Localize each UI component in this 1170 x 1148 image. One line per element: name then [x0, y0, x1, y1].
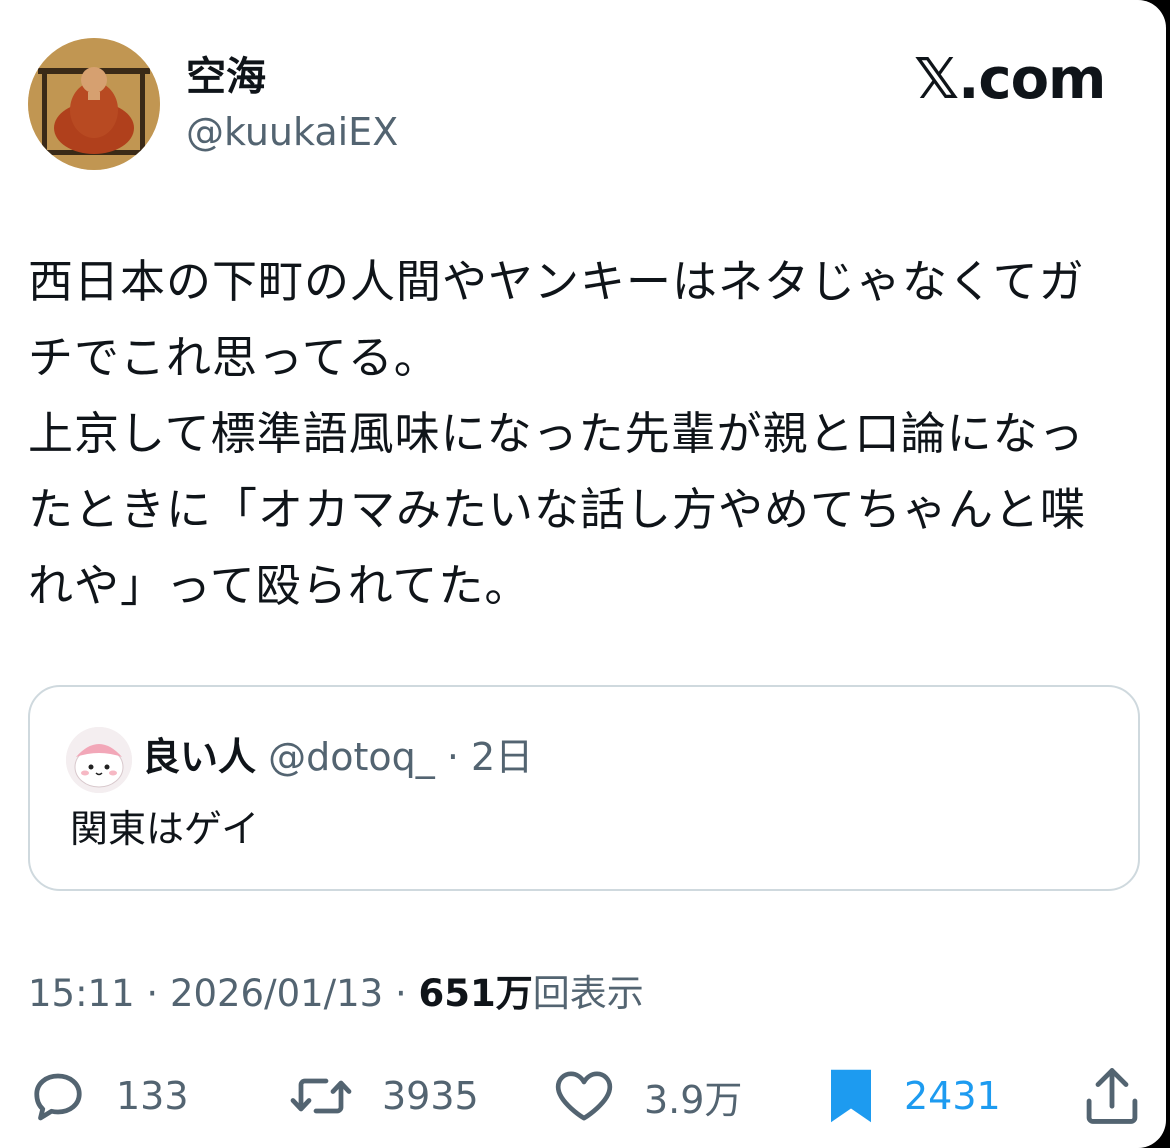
tweet-line: れや」って殴られてた。 — [28, 559, 531, 612]
bookmark-count: 2431 — [904, 1074, 1001, 1118]
tweet-meta: 15:11 · 2026/01/13 · 651万回表示 — [28, 968, 644, 1020]
retweet-icon — [290, 1078, 352, 1114]
view-label: 回表示 — [532, 972, 644, 1015]
tweet-line: 上京して標準語風味になった先輩が親と口論になっ — [28, 407, 1085, 460]
x-logo: 𝕏.com — [914, 47, 1106, 112]
retweet-button[interactable]: 3935 — [288, 1060, 479, 1132]
quoted-header: 良い人 @dotoq_ · 2日 — [142, 731, 533, 783]
tweet-line: チでこれ思ってる。 — [28, 331, 440, 384]
meta-separator: · — [134, 972, 170, 1015]
tweet-date[interactable]: 2026/01/13 — [170, 972, 383, 1015]
author-avatar[interactable] — [28, 38, 160, 170]
heart-icon — [555, 1071, 613, 1121]
quoted-author-handle[interactable]: @dotoq_ — [268, 735, 435, 779]
quoted-tweet[interactable]: 良い人 @dotoq_ · 2日 関東はゲイ — [28, 685, 1140, 891]
author-display-name[interactable]: 空海 — [186, 50, 266, 104]
author-handle[interactable]: @kuukaiEX — [186, 106, 398, 158]
chiikawa-avatar-icon — [66, 727, 132, 793]
avatar-portrait-icon — [28, 38, 160, 170]
view-count: 651万 — [418, 972, 533, 1015]
like-button[interactable]: 3.9万 — [552, 1060, 742, 1132]
quoted-time[interactable]: 2日 — [471, 735, 533, 779]
quoted-author-avatar[interactable] — [66, 727, 132, 793]
tweet-card: 空海 @kuukaiEX 𝕏.com 西日本の下町の人間やヤンキーはネタじゃなく… — [0, 0, 1166, 1148]
reply-button[interactable]: 133 — [28, 1060, 189, 1132]
tweet-text: 西日本の下町の人間やヤンキーはネタじゃなくてガ チでこれ思ってる。 上京して標準… — [28, 244, 1148, 624]
quoted-author-name[interactable]: 良い人 — [142, 735, 256, 779]
tweet-line: 西日本の下町の人間やヤンキーはネタじゃなくてガ — [28, 255, 1085, 308]
action-bar: 133 3935 3.9万 2431 — [0, 1060, 1166, 1132]
tweet-line: たときに「オカマみたいな話し方やめてちゃんと喋 — [28, 483, 1087, 536]
reply-icon — [34, 1073, 82, 1121]
share-icon — [1086, 1068, 1138, 1124]
share-button[interactable] — [1084, 1060, 1140, 1132]
bookmark-icon — [831, 1069, 871, 1123]
like-count: 3.9万 — [644, 1077, 743, 1122]
meta-separator: · — [383, 972, 419, 1015]
quoted-separator: · — [446, 735, 459, 779]
retweet-count: 3935 — [382, 1074, 479, 1118]
quoted-text: 関東はゲイ — [70, 807, 260, 851]
reply-count: 133 — [116, 1074, 189, 1118]
bookmark-button[interactable]: 2431 — [826, 1060, 1001, 1132]
tweet-time[interactable]: 15:11 — [28, 972, 135, 1015]
